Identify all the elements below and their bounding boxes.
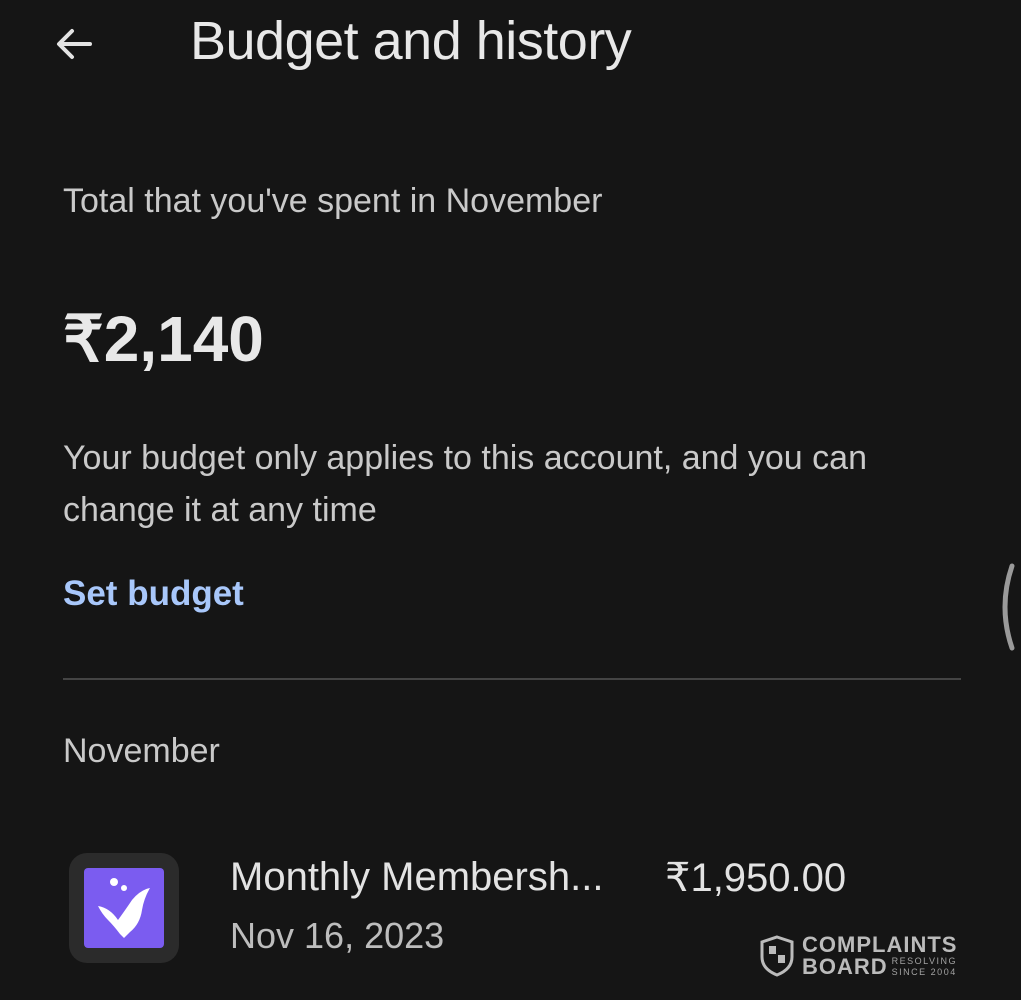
- transaction-amount: ₹1,950.00: [665, 856, 847, 900]
- watermark-sub2: SINCE 2004: [891, 967, 957, 977]
- transaction-date: Nov 16, 2023: [230, 915, 445, 956]
- spent-amount: ₹2,140: [63, 303, 264, 375]
- shield-logo-icon: [760, 935, 794, 977]
- budget-note: Your budget only applies to this account…: [63, 439, 867, 529]
- spent-label: Total that you've spent in November: [63, 182, 603, 220]
- watermark-text: COMPLAINTS BOARD RESOLVING SINCE 2004: [802, 934, 957, 978]
- page-title: Budget and history: [190, 11, 632, 71]
- transaction-name: Monthly Membersh...: [230, 855, 604, 899]
- set-budget-button[interactable]: Set budget: [63, 574, 244, 614]
- month-header: November: [63, 732, 220, 770]
- complaints-board-watermark: COMPLAINTS BOARD RESOLVING SINCE 2004: [760, 934, 957, 978]
- app-icon-container: [69, 853, 179, 963]
- watermark-line1: COMPLAINTS: [802, 932, 958, 957]
- watermark-line2: BOARD: [802, 954, 888, 979]
- budget-history-screen: Budget and history Total that you've spe…: [0, 0, 1021, 1000]
- back-button[interactable]: [48, 18, 100, 70]
- whale-tail-app-icon: [84, 868, 164, 948]
- scroll-handle[interactable]: [996, 562, 1021, 652]
- watermark-sub1: RESOLVING: [891, 956, 958, 966]
- arrow-left-icon: [57, 29, 92, 59]
- divider: [63, 678, 961, 680]
